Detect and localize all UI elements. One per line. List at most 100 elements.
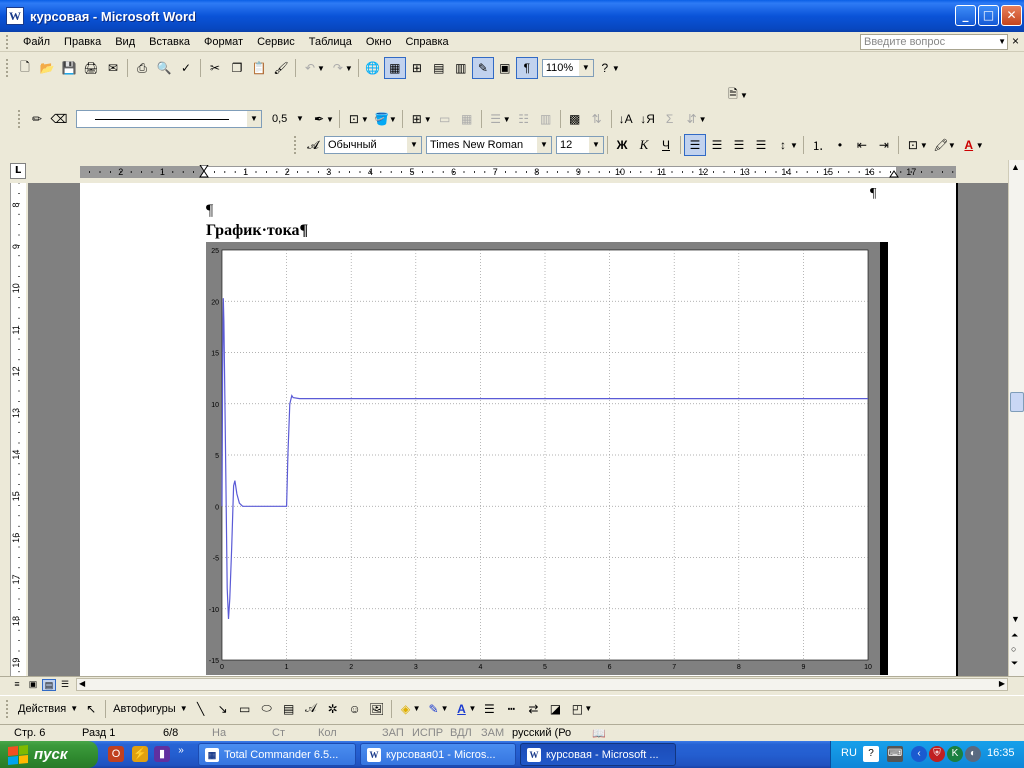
menu-edit[interactable]: Правка [57,36,108,48]
help-tray-icon[interactable]: ? [863,746,879,762]
eraser-icon[interactable]: ⌫ [48,108,70,130]
borders-dropdown-icon[interactable]: ▼ [361,115,369,124]
zoom-select[interactable]: 110% ▼ [541,59,594,77]
arrow-icon[interactable]: ↘ [212,698,234,720]
dash-style-icon[interactable]: ┅ [500,698,522,720]
line-style-select[interactable]: ▼ [76,110,262,128]
line-icon[interactable]: ╲ [190,698,212,720]
next-page-icon[interactable]: ⏷ [1011,658,1018,669]
font-size-dropdown-icon[interactable]: ▼ [589,137,603,153]
menu-window[interactable]: Окно [359,36,399,48]
line-color-dropdown-icon[interactable]: ▼ [441,704,449,713]
toolbar-options-icon[interactable]: ▼ [612,64,620,73]
undo-dropdown-icon[interactable]: ▼ [317,64,325,73]
security-shield-icon[interactable]: ⛨ [929,746,945,762]
draw-actions-dropdown-icon[interactable]: ▼ [70,704,78,713]
quicklaunch-more-icon[interactable]: » [176,743,186,759]
style-dropdown-icon[interactable]: ▼ [407,137,421,153]
horizontal-scrollbar[interactable]: ◀ ▶ [76,678,1008,691]
align-left-icon[interactable]: ☰ [684,134,706,156]
scroll-left-icon[interactable]: ◀ [79,679,85,688]
status-record[interactable]: ЗАП [382,727,404,739]
show-hide-pilcrow-icon[interactable]: ¶ [515,57,538,79]
line-style-dropdown-icon[interactable]: ▼ [247,111,261,127]
show-hidden-icons[interactable]: ‹ [911,746,927,762]
floating-toolbar-options-icon[interactable]: ▼ [740,91,748,100]
maximize-button[interactable]: □ [978,5,999,26]
insert-table-dropdown-icon[interactable]: ▼ [424,115,432,124]
paste-icon[interactable]: 📋 [248,57,270,79]
font-size-select[interactable]: 12 ▼ [556,136,604,154]
task-total-commander[interactable]: ▦ Total Commander 6.5... [198,743,356,766]
opera-icon[interactable]: O [108,746,124,762]
align-center-icon[interactable]: ☰ [706,134,728,156]
menu-help[interactable]: Справка [398,36,455,48]
toolbar-grip[interactable] [6,59,10,77]
ask-dropdown-icon[interactable]: ▼ [998,35,1006,49]
menu-table[interactable]: Таблица [302,36,359,48]
toolbar-grip[interactable] [18,110,22,128]
autoshapes-menu[interactable]: Автофигуры [109,703,180,715]
save-icon[interactable]: 💾 [58,57,80,79]
draw-font-color-dropdown-icon[interactable]: ▼ [468,704,476,713]
word-app-icon[interactable]: W [6,7,24,25]
select-objects-icon[interactable]: ↖ [80,698,102,720]
shading-dropdown-icon[interactable]: ▼ [389,115,397,124]
rectangle-icon[interactable]: ▭ [234,698,256,720]
border-color-dropdown-icon[interactable]: ▼ [326,115,334,124]
shadow-style-icon[interactable]: ◪ [544,698,566,720]
task-kursovaya01[interactable]: W курсовая01 - Micros... [360,743,516,766]
web-view-icon[interactable]: ▣ [26,679,40,691]
toolbar-grip[interactable] [294,136,298,154]
style-select[interactable]: Обычный ▼ [324,136,422,154]
arrow-style-icon[interactable]: ⇄ [522,698,544,720]
current-graph-figure[interactable]: 0 1 2 3 4 5 6 7 8 9 10 25 20 15 10 5 0 -5 -10 -15 [206,242,888,678]
right-indent-marker-icon[interactable] [889,170,899,178]
menu-grip[interactable] [6,34,10,49]
clip-art-icon[interactable]: ☺ [344,698,366,720]
bullets-icon[interactable]: • [829,134,851,156]
cut-icon[interactable]: ✂ [204,57,226,79]
increase-indent-icon[interactable]: ⇥ [873,134,895,156]
print-icon[interactable]: ⎙ [131,57,153,79]
outline-view-icon[interactable]: ☰ [58,679,72,691]
indent-marker-icon[interactable] [199,165,209,178]
format-painter-icon[interactable]: 🖌 [270,57,292,79]
wordart-icon[interactable]: 𝒜 [300,698,322,720]
align-right-icon[interactable]: ☰ [728,134,750,156]
document-heading[interactable]: График·тока¶ [206,222,308,240]
numbering-icon[interactable]: ⒈ [807,134,829,156]
new-document-icon[interactable]: 🗋 [14,57,36,79]
merge-cells-icon[interactable]: ▭ [434,108,456,130]
menu-file[interactable]: Файл [16,36,57,48]
open-folder-icon[interactable]: 📂 [36,57,58,79]
status-track-changes[interactable]: ИСПР [412,727,443,739]
vertical-ruler[interactable]: 8 9 10 11 12 13 14 15 16 17 18 19 [10,183,26,676]
decrease-indent-icon[interactable]: ⇤ [851,134,873,156]
distribute-rows-icon[interactable]: ☷ [513,108,535,130]
drawing-toolbar-options-icon[interactable]: ▼ [584,704,592,713]
styles-formatting-icon[interactable]: 𝓐 [302,134,324,156]
font-select[interactable]: Times New Roman ▼ [426,136,552,154]
scroll-thumb[interactable] [1010,392,1024,412]
underline-button[interactable]: Ч [655,134,677,156]
justify-icon[interactable]: ☰ [750,134,772,156]
print-preview-icon[interactable]: 🔍 [153,57,175,79]
zoom-dropdown-icon[interactable]: ▼ [578,60,593,76]
task-kursovaya[interactable]: W курсовая - Microsoft ... [520,743,676,766]
draw-table-pencil-icon[interactable]: ✏ [26,108,48,130]
previous-page-icon[interactable]: ⏶ [1011,630,1018,641]
insert-table-icon[interactable]: ⊞ [406,57,428,79]
print-layout-icon[interactable]: ▤ [42,679,56,691]
email-icon[interactable]: ✉ [102,57,124,79]
sort-ascending-icon[interactable]: ↓A [615,108,637,130]
line-weight-dropdown-icon[interactable]: ▼ [293,111,307,127]
scroll-down-icon[interactable]: ▼ [1011,614,1020,624]
menu-format[interactable]: Формат [197,36,250,48]
menu-insert[interactable]: Вставка [142,36,197,48]
hyperlink-icon[interactable]: 🌐 [362,57,384,79]
ask-question-input[interactable]: Введите вопрос ▼ [860,34,1008,50]
fill-color-dropdown-icon[interactable]: ▼ [413,704,421,713]
text-direction-icon[interactable]: ⇅ [586,108,608,130]
document-map-icon[interactable]: ▣ [494,57,516,79]
